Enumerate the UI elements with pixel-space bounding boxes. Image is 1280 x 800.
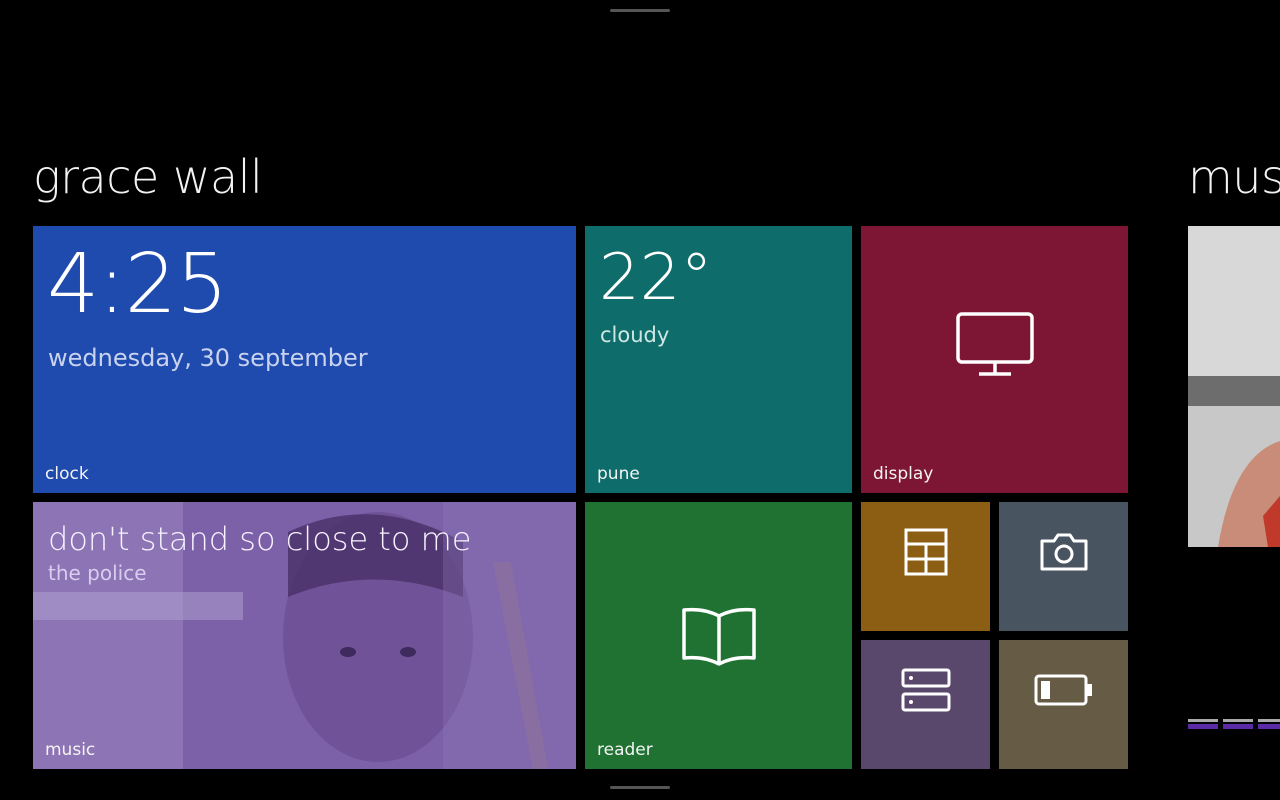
song-artist: the police bbox=[48, 561, 147, 585]
weather-temperature: 22° bbox=[599, 241, 713, 315]
group-title-grace-wall: grace wall bbox=[33, 150, 263, 204]
clock-tile-label: clock bbox=[45, 464, 89, 484]
battery-tile[interactable] bbox=[999, 640, 1128, 769]
display-tile-label: display bbox=[873, 464, 934, 484]
clock-tile[interactable]: 4:25 wednesday, 30 september clock bbox=[33, 226, 576, 493]
reader-tile-label: reader bbox=[597, 740, 653, 760]
storage-icon bbox=[901, 668, 950, 711]
top-drag-handle[interactable] bbox=[610, 9, 670, 12]
clock-time: 4:25 bbox=[47, 237, 228, 332]
weather-tile[interactable]: 22° cloudy pune bbox=[585, 226, 852, 493]
clock-date: wednesday, 30 september bbox=[48, 344, 368, 372]
weather-condition: cloudy bbox=[600, 323, 670, 347]
weather-tile-label: pune bbox=[597, 464, 640, 484]
layout-grid-icon bbox=[904, 528, 947, 575]
music-tile-label: music bbox=[45, 740, 96, 760]
display-tile[interactable]: display bbox=[861, 226, 1128, 493]
music-group-preview-tile[interactable] bbox=[1188, 226, 1280, 547]
reader-tile[interactable]: reader bbox=[585, 502, 852, 769]
camera-tile[interactable] bbox=[999, 502, 1128, 631]
battery-icon bbox=[1034, 674, 1092, 705]
music-tile[interactable]: don't stand so close to me the police mu… bbox=[33, 502, 576, 769]
book-icon bbox=[681, 607, 756, 666]
camera-icon bbox=[1040, 533, 1087, 570]
song-title: don't stand so close to me bbox=[48, 520, 472, 558]
layout-tile[interactable] bbox=[861, 502, 990, 631]
storage-tile[interactable] bbox=[861, 640, 990, 769]
bottom-drag-handle[interactable] bbox=[610, 786, 670, 789]
group-title-music: mus bbox=[1188, 150, 1280, 204]
preview-image bbox=[1188, 226, 1280, 547]
monitor-icon bbox=[955, 311, 1034, 376]
